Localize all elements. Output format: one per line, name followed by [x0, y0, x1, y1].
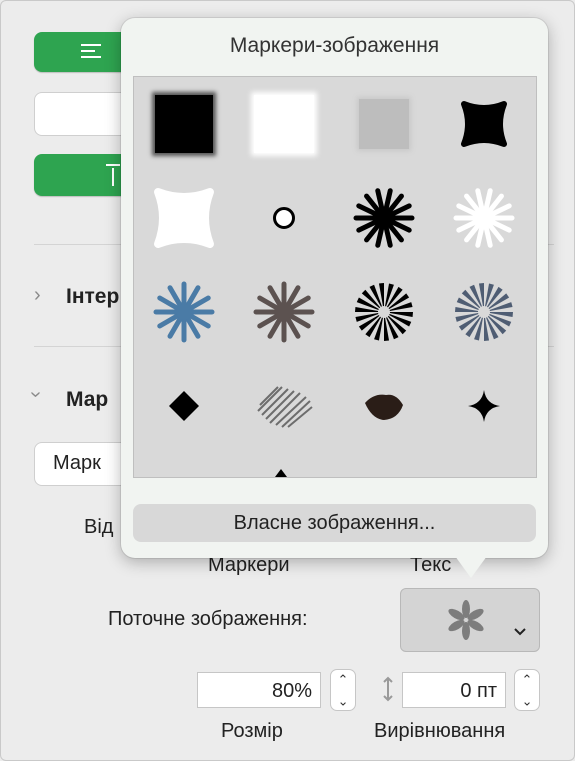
- bullet-blue-gray-radial-burst[interactable]: [434, 265, 534, 359]
- size-field[interactable]: 80%: [197, 672, 321, 708]
- section-label[interactable]: Мар: [66, 388, 108, 412]
- arrow-up-icon: [106, 164, 120, 186]
- align-left-icon: [81, 44, 101, 58]
- partial-bullet: [275, 469, 287, 477]
- current-image-label: Поточне зображення:: [108, 608, 308, 630]
- bullet-brown-blob[interactable]: [334, 359, 434, 453]
- alignment-stepper[interactable]: ⌃ ⌃: [514, 669, 540, 711]
- starburst-icon: [353, 188, 415, 248]
- white-square-icon: [254, 95, 314, 153]
- stepper-up-icon[interactable]: ⌃: [331, 670, 355, 690]
- bullet-black-diamond[interactable]: [134, 359, 234, 453]
- vertical-align-icon: [383, 676, 393, 702]
- bullet-black-starburst[interactable]: [334, 171, 434, 265]
- ring-icon: [273, 207, 295, 229]
- black-square-icon: [155, 95, 213, 153]
- scribble-icon: [257, 386, 313, 428]
- chevron-down-icon[interactable]: ›: [24, 391, 47, 398]
- bullet-black-radial-burst[interactable]: [334, 265, 434, 359]
- alignment-field[interactable]: 0 пт: [402, 672, 506, 708]
- starburst-icon: [253, 281, 315, 343]
- gray-square-icon: [359, 99, 409, 149]
- section-label[interactable]: Інтер: [66, 285, 119, 309]
- custom-image-button[interactable]: Власне зображення...: [133, 504, 536, 542]
- flower-asterisk-icon: [448, 600, 484, 640]
- bullet-black-square[interactable]: [134, 77, 234, 171]
- diamond-icon: [169, 391, 199, 421]
- bullet-gray-square[interactable]: [334, 77, 434, 171]
- alignment-caption: Вирівнювання: [374, 720, 506, 742]
- bullet-brown-starburst[interactable]: [234, 265, 334, 359]
- bullet-four-point-star[interactable]: [434, 359, 534, 453]
- curved-square-icon: [461, 101, 507, 147]
- bullet-black-curved-square[interactable]: [434, 77, 534, 171]
- chevron-down-icon: [514, 628, 526, 636]
- size-caption: Розмір: [221, 720, 283, 742]
- blob-icon: [365, 394, 403, 420]
- current-image-button[interactable]: [400, 588, 540, 652]
- bullet-scribble-diamond[interactable]: [234, 359, 334, 453]
- bullet-small-ring[interactable]: [234, 171, 334, 265]
- indent-label: Від: [84, 516, 114, 538]
- bullet-white-curved-square[interactable]: [134, 171, 234, 265]
- image-bullets-popover: Маркери-зображення Власне зображення...: [121, 18, 548, 558]
- popover-arrow: [455, 556, 487, 578]
- bullet-white-square[interactable]: [234, 77, 334, 171]
- stepper-up-icon[interactable]: ⌃: [515, 670, 539, 690]
- starburst-icon: [453, 188, 515, 248]
- four-point-star-icon: [468, 390, 500, 422]
- size-stepper[interactable]: ⌃ ⌃: [330, 669, 356, 711]
- white-curved-square-icon: [154, 188, 214, 248]
- bullet-grid: [133, 76, 537, 478]
- chevron-right-icon[interactable]: ›: [34, 284, 41, 307]
- stepper-down-icon[interactable]: ⌃: [515, 690, 539, 710]
- radial-burst-icon: [455, 283, 513, 341]
- radial-burst-icon: [355, 283, 413, 341]
- bullet-white-starburst[interactable]: [434, 171, 534, 265]
- stepper-down-icon[interactable]: ⌃: [331, 690, 355, 710]
- dropdown-value: Марк: [53, 452, 101, 474]
- popover-title: Маркери-зображення: [229, 34, 440, 57]
- bullet-blue-starburst[interactable]: [134, 265, 234, 359]
- starburst-icon: [153, 281, 215, 343]
